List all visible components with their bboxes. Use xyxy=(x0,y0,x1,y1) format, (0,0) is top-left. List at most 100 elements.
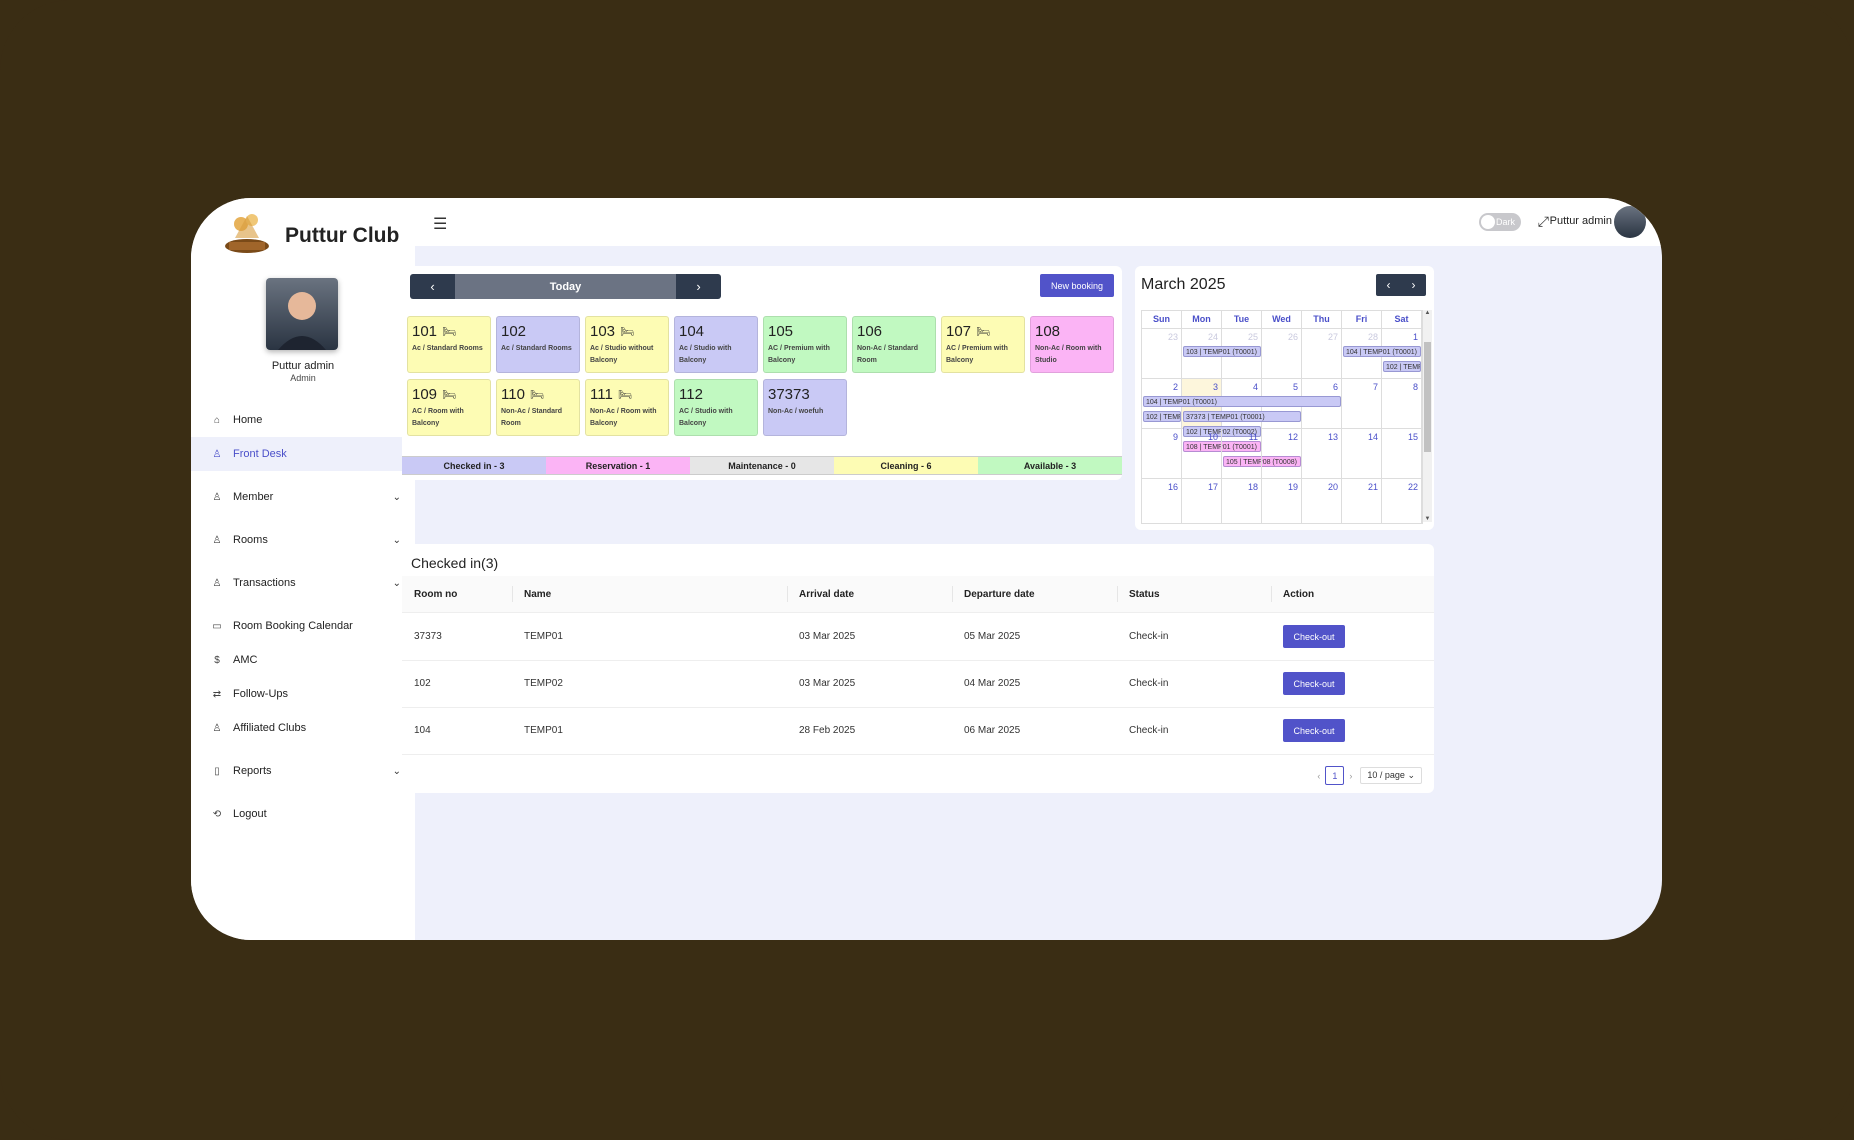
status-legend: Checked in - 3 Reservation - 1 Maintenance… xyxy=(402,456,1122,475)
calendar-day[interactable]: 23 xyxy=(1142,329,1182,378)
calendar-event[interactable]: 102 | TEMP01 (T0001) xyxy=(1143,411,1181,422)
room-number: 108 xyxy=(1035,323,1109,340)
calendar-day[interactable]: 26 xyxy=(1262,329,1302,378)
calendar-next-button[interactable]: › xyxy=(1401,274,1426,296)
sidebar-item-member[interactable]: ♙ Member ⌄ xyxy=(191,480,415,514)
today-button[interactable]: Today xyxy=(455,274,676,299)
dark-mode-toggle[interactable]: Dark xyxy=(1479,213,1521,231)
fullscreen-icon[interactable]: ⤢ xyxy=(1538,213,1549,230)
room-number: 112 xyxy=(679,386,753,403)
room-card[interactable]: 101 🛏 Ac / Standard Rooms xyxy=(407,316,491,373)
room-card[interactable]: 110 🛏 Non-Ac / Standard Room xyxy=(496,379,580,436)
prev-page-icon[interactable]: ‹ xyxy=(1317,771,1320,781)
scroll-down-icon[interactable]: ▼ xyxy=(1423,516,1432,522)
header-user-name[interactable]: Puttur admin xyxy=(1550,215,1612,227)
front-desk-icon: ♙ xyxy=(212,448,222,460)
calendar-day[interactable]: 8 xyxy=(1382,379,1422,428)
next-day-button[interactable]: › xyxy=(676,274,721,299)
dark-mode-label: Dark xyxy=(1495,217,1515,227)
current-page[interactable]: 1 xyxy=(1325,766,1345,785)
profile-name: Puttur admin xyxy=(271,360,335,372)
calendar-event[interactable]: 104 | TEMP01 (T0001) xyxy=(1343,346,1421,357)
calendar-day[interactable]: 18 xyxy=(1222,479,1262,523)
calendar-day[interactable]: 16 xyxy=(1142,479,1182,523)
calendar-day[interactable]: 19 xyxy=(1262,479,1302,523)
room-card[interactable]: 107 🛏 AC / Premium with Balcony xyxy=(941,316,1025,373)
calendar-event[interactable]: 104 | TEMP01 (T0001) xyxy=(1143,396,1341,407)
sidebar-item-affiliated-clubs[interactable]: ♙ Affiliated Clubs xyxy=(191,711,415,745)
calendar-event[interactable]: 102 | TEMP02 (T0002) xyxy=(1383,361,1421,372)
calendar-day[interactable]: 17 xyxy=(1182,479,1222,523)
header-avatar[interactable] xyxy=(1614,206,1646,238)
checkout-button[interactable]: Check-out xyxy=(1283,719,1345,742)
checkout-button[interactable]: Check-out xyxy=(1283,625,1345,648)
calendar-day[interactable]: 9 xyxy=(1142,429,1182,478)
room-card[interactable]: 109 🛏 AC / Room with Balcony xyxy=(407,379,491,436)
calendar-day[interactable]: 27 xyxy=(1302,329,1342,378)
cell-name: TEMP02 xyxy=(524,678,563,689)
cell-action: Check-out xyxy=(1283,613,1345,660)
weekday-thu: Thu xyxy=(1302,311,1342,328)
next-page-icon[interactable]: › xyxy=(1349,771,1352,781)
calendar-grid: Sun Mon Tue Wed Thu Fri Sat 23 24 25 26 27 28 1 103 |… xyxy=(1141,310,1423,524)
calendar-event[interactable]: 103 | TEMP01 (T0001) xyxy=(1183,346,1261,357)
calendar-day[interactable]: 21 xyxy=(1342,479,1382,523)
room-type: AC / Studio with Balcony xyxy=(679,408,733,427)
room-card[interactable]: 103 🛏 Ac / Studio without Balcony xyxy=(585,316,669,373)
page-size-select[interactable]: 10 / page ⌄ xyxy=(1360,767,1422,784)
calendar-day[interactable]: 11 xyxy=(1222,429,1262,478)
room-number: 109 🛏 xyxy=(412,386,486,403)
sidebar-item-transactions[interactable]: ♙ Transactions ⌄ xyxy=(191,566,415,600)
brand[interactable]: Puttur Club xyxy=(221,208,399,258)
room-card[interactable]: 102 Ac / Standard Rooms xyxy=(496,316,580,373)
calendar-week: 2345678104 | TEMP01 (T0001)102 | TEMP01 … xyxy=(1142,379,1422,467)
calendar-scrollbar[interactable]: ▲ ▼ xyxy=(1423,310,1432,522)
calendar-day[interactable]: 20 xyxy=(1302,479,1342,523)
calendar-day[interactable]: 22 xyxy=(1382,479,1422,523)
room-card[interactable]: 105 AC / Premium with Balcony xyxy=(763,316,847,373)
checkout-button[interactable]: Check-out xyxy=(1283,672,1345,695)
room-card[interactable]: 108 Non-Ac / Room with Studio xyxy=(1030,316,1114,373)
sidebar-item-label: Follow-Ups xyxy=(233,688,289,700)
sidebar-item-logout[interactable]: ⟲ Logout xyxy=(191,797,415,831)
column-header: Action xyxy=(1283,588,1315,600)
calendar-day[interactable]: 7 xyxy=(1342,379,1382,428)
app-window: Puttur Club Puttur admin Admin ⌂ Home ♙ Fro… xyxy=(191,198,1662,940)
calendar-prev-button[interactable]: ‹ xyxy=(1376,274,1401,296)
sidebar-item-rooms[interactable]: ♙ Rooms ⌄ xyxy=(191,523,415,557)
sidebar-item-reports[interactable]: ▯ Reports ⌄ xyxy=(191,754,415,788)
cell-status: Check-in xyxy=(1129,725,1169,736)
scroll-thumb[interactable] xyxy=(1424,342,1431,452)
prev-day-button[interactable]: ‹ xyxy=(410,274,455,299)
sidebar-item-home[interactable]: ⌂ Home xyxy=(191,403,415,437)
calendar-week: 23 24 25 26 27 28 1 103 | TEMP01 (T0001) 104 | T… xyxy=(1142,329,1422,379)
brand-title: Puttur Club xyxy=(285,224,400,247)
room-card[interactable]: 111 🛏 Non-Ac / Room with Balcony xyxy=(585,379,669,436)
calendar-week: 16 17 18 19 20 21 22 xyxy=(1142,479,1422,523)
room-card[interactable]: 104 Ac / Studio with Balcony xyxy=(674,316,758,373)
scroll-up-icon[interactable]: ▲ xyxy=(1423,310,1432,316)
sidebar-item-amc[interactable]: $ AMC xyxy=(191,643,415,677)
calendar-day[interactable]: 13 xyxy=(1302,429,1342,478)
sidebar-item-follow-ups[interactable]: ⇄ Follow-Ups xyxy=(191,677,415,711)
sidebar-item-front-desk[interactable]: ♙ Front Desk xyxy=(191,437,415,471)
sidebar-item-label: Logout xyxy=(233,808,267,820)
menu-toggle-icon[interactable]: ☰ xyxy=(433,214,447,234)
new-booking-button[interactable]: New booking xyxy=(1040,274,1114,297)
calendar-day[interactable]: 12 xyxy=(1262,429,1302,478)
calendar-day[interactable]: 14 xyxy=(1342,429,1382,478)
calendar-day[interactable]: 15 xyxy=(1382,429,1422,478)
calendar-event[interactable]: 37373 | TEMP01 (T0001) xyxy=(1183,411,1301,422)
room-card[interactable]: 37373 Non-Ac / woefuh xyxy=(763,379,847,436)
profile-photo xyxy=(266,278,338,350)
cell-name: TEMP01 xyxy=(524,725,563,736)
room-card[interactable]: 112 AC / Studio with Balcony xyxy=(674,379,758,436)
room-card[interactable]: 106 Non-Ac / Standard Room xyxy=(852,316,936,373)
sidebar-item-room-booking-calendar[interactable]: ▭ Room Booking Calendar xyxy=(191,609,415,643)
calendar-weekdays: Sun Mon Tue Wed Thu Fri Sat xyxy=(1142,311,1422,329)
column-divider xyxy=(1117,586,1118,602)
calendar-day[interactable]: 10 xyxy=(1182,429,1222,478)
sidebar-item-label: Affiliated Clubs xyxy=(233,722,307,734)
column-header: Name xyxy=(524,588,552,600)
legend-reservation: Reservation - 1 xyxy=(546,456,690,475)
